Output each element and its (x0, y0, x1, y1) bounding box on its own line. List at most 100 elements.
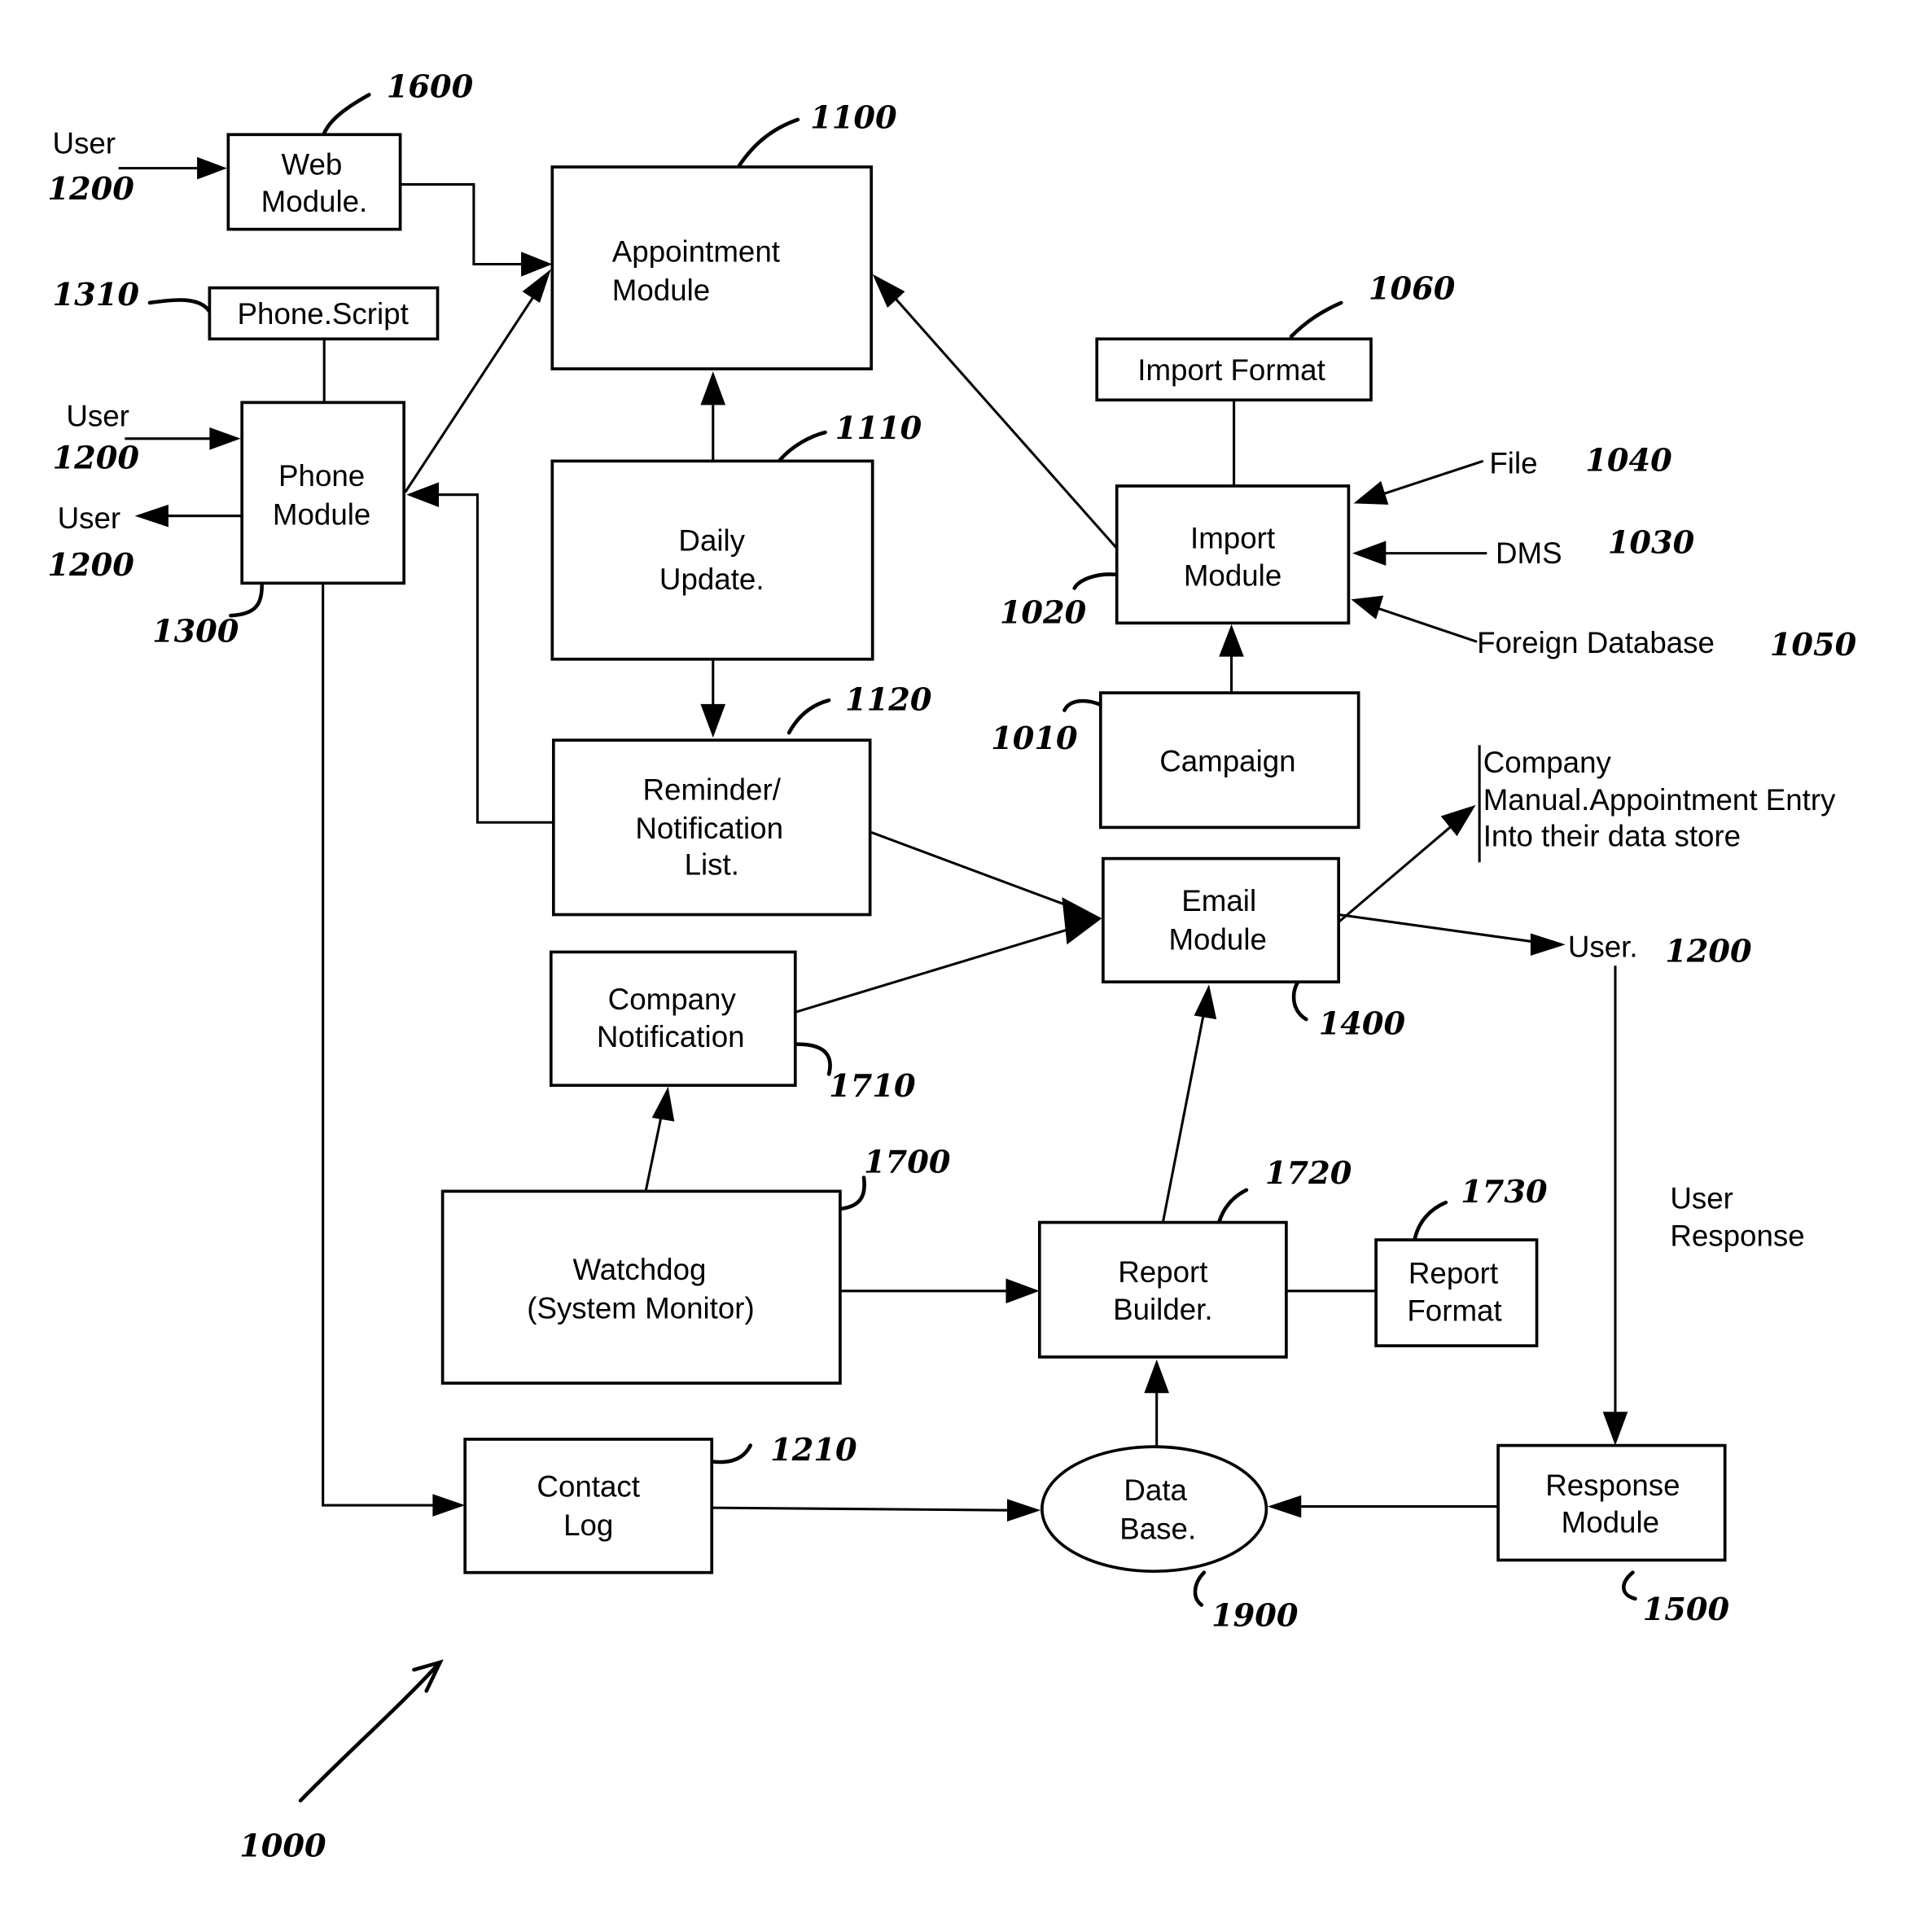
arrowhead-import-file (1353, 480, 1389, 505)
leader-1600 (322, 93, 371, 136)
ref-1400: 1400 (1319, 1005, 1406, 1042)
import-format[interactable]: Import Format (1095, 337, 1373, 402)
ref-1900: 1900 (1211, 1598, 1299, 1635)
leader-1210 (711, 1443, 752, 1465)
response-module-line-1: Response (1545, 1469, 1680, 1502)
report-format-line-1: Report (1408, 1257, 1498, 1290)
arrowhead-import-foreigndb (1351, 595, 1384, 620)
reminder-line-2: Notification (635, 812, 783, 845)
arrowhead-contact-log (432, 1494, 466, 1517)
connector-report-to-email (1161, 1011, 1206, 1223)
arrowhead-import-campaign (1219, 624, 1244, 657)
leader-1100 (737, 117, 800, 168)
phone-script[interactable]: Phone.Script (208, 286, 440, 341)
ref-1710: 1710 (829, 1068, 916, 1105)
report-builder-line-2: Builder. (1113, 1293, 1212, 1326)
database[interactable]: Data Base. (1040, 1445, 1268, 1574)
email-module-line-2: Module (1168, 922, 1266, 956)
arrowhead-import-dms (1352, 541, 1387, 566)
campaign[interactable]: Campaign (1098, 691, 1360, 830)
user-response-line-1: User (1670, 1182, 1733, 1215)
arrowhead-reminder (700, 703, 726, 738)
arrowhead-db-from-contactlog (1007, 1499, 1041, 1522)
ref-1010: 1010 (991, 720, 1078, 757)
leader-1300 (229, 584, 264, 618)
arrowhead-email-from-report (1194, 984, 1217, 1020)
ref-user-phone-out: 1200 (47, 547, 134, 584)
leader-1500 (1622, 1570, 1637, 1601)
report-format[interactable]: Report Format (1374, 1238, 1539, 1347)
daily-update[interactable]: Daily Update. (550, 459, 874, 661)
connector-watchdog-to-companynotif (644, 1119, 662, 1192)
diagram-svg: Web Module. Phone.Script Phone Module Ap… (47, 68, 1857, 1865)
response-module-line-2: Module (1562, 1506, 1659, 1539)
leader-1730 (1413, 1200, 1448, 1242)
appointment-module-line-2: Module (612, 274, 710, 307)
company-manual-line-1: Company (1483, 746, 1612, 779)
appointment-module[interactable]: Appointment Module (550, 165, 874, 370)
ref-1210: 1210 (770, 1432, 857, 1469)
user-response-line-2: Response (1670, 1219, 1804, 1253)
ref-1300: 1300 (152, 613, 239, 650)
leader-1020 (1072, 572, 1116, 590)
report-builder[interactable]: Report Builder. (1037, 1220, 1288, 1359)
dms-label: DMS (1496, 536, 1562, 570)
web-module-line-2: Module. (261, 185, 368, 218)
contact-log-line-2: Log (563, 1508, 613, 1542)
database-line-2: Base. (1119, 1512, 1196, 1545)
connector-email-to-user (1338, 913, 1536, 944)
arrowhead-appointment-from-daily (700, 371, 726, 405)
arrowhead-report-builder (1005, 1278, 1040, 1304)
leader-1700 (839, 1176, 866, 1211)
import-module-line-1: Import (1190, 521, 1275, 554)
email-module[interactable]: Email Module (1102, 856, 1341, 984)
response-module[interactable]: Response Module (1496, 1443, 1727, 1562)
ref-1110: 1110 (835, 410, 922, 447)
watchdog-system-monitor[interactable]: Watchdog (System Monitor) (440, 1189, 842, 1385)
report-format-line-2: Format (1407, 1294, 1501, 1328)
web-module[interactable]: Web Module. (226, 133, 402, 231)
reminder-notification-list[interactable]: Reminder/ Notification List. (552, 738, 872, 917)
email-module-line-1: Email (1181, 884, 1256, 917)
leader-1310 (147, 298, 212, 313)
ref-user-phone-in: 1200 (53, 440, 140, 477)
arrowhead-companynotif (651, 1086, 675, 1122)
ref-1600: 1600 (387, 68, 474, 105)
ref-1500: 1500 (1643, 1592, 1730, 1628)
user-phone-in-label: User (66, 399, 129, 432)
company-notification-line-1: Company (608, 983, 737, 1016)
ref-1030: 1030 (1608, 525, 1695, 562)
company-manual-line-2: Manual.Appointment Entry (1483, 783, 1836, 817)
ref-1310: 1310 (53, 277, 140, 313)
reminder-line-3: List. (685, 848, 739, 882)
arrowhead-user-out (134, 504, 169, 528)
report-builder-line-1: Report (1118, 1255, 1207, 1289)
arrowhead-phone-in (209, 427, 241, 450)
ref-1060: 1060 (1369, 270, 1456, 307)
web-module-line-1: Web (281, 147, 342, 181)
leader-1060 (1289, 300, 1343, 339)
ref-1050: 1050 (1770, 627, 1857, 663)
company-manual-line-3: Into their data store (1483, 819, 1741, 852)
connector-contactlog-to-db (712, 1506, 1010, 1512)
leader-1120 (786, 698, 831, 735)
import-module[interactable]: Import Module (1115, 484, 1351, 625)
arrowhead-email (1062, 897, 1102, 945)
appointment-module-line-1: Appointment (612, 234, 780, 268)
leader-1010 (1062, 698, 1104, 712)
connector-phone-to-contact-log (322, 583, 436, 1507)
ref-1000-figure: 1000 (239, 1828, 326, 1865)
daily-update-line-2: Update. (659, 563, 764, 596)
user-web-label: User (53, 126, 116, 160)
watchdog-line-1: Watchdog (572, 1253, 706, 1286)
watchdog-line-2: (System Monitor) (527, 1291, 755, 1324)
arrowhead-phone-from-reminder (406, 482, 440, 507)
company-notification[interactable]: Company Notification (549, 950, 797, 1088)
phone-module-line-1: Phone (278, 459, 365, 493)
contact-log[interactable]: Contact Log (463, 1438, 714, 1574)
arrowhead-response-module (1602, 1412, 1628, 1446)
ref-1720: 1720 (1265, 1155, 1352, 1192)
phone-module[interactable]: Phone Module (240, 401, 406, 585)
patent-diagram: Web Module. Phone.Script Phone Module Ap… (0, 0, 1932, 1909)
arrowhead-user-email (1530, 933, 1566, 957)
